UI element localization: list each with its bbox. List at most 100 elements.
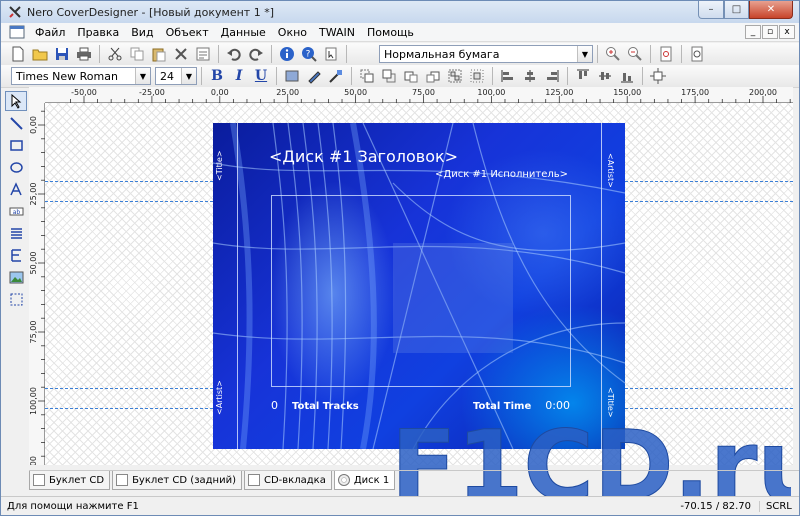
redo-button[interactable] [246,44,266,64]
cover-title[interactable]: <Диск #1 Заголовок> [269,147,458,166]
menu-window[interactable]: Окно [272,26,313,39]
arrange-front-button[interactable] [357,66,377,86]
cover-artist[interactable]: <Диск #1 Исполнитель> [435,169,568,180]
image-tool[interactable] [5,267,27,287]
copy-button[interactable] [127,44,147,64]
mdi-close-button[interactable]: x [779,25,795,39]
line-style-button[interactable] [326,66,346,86]
align-center-h-button[interactable] [520,66,540,86]
help-button[interactable]: ? [299,44,319,64]
font-name-select[interactable]: Times New Roman ▼ [11,67,151,85]
title-bar[interactable]: Nero CoverDesigner - [Новый документ 1 *… [1,1,799,23]
mdi-minimize-button[interactable]: _ [745,25,761,39]
status-bar: Для помощи нажмите F1 -70.15 / 82.70 SCR… [1,496,799,515]
center-page-button[interactable] [648,66,668,86]
open-button[interactable] [30,44,50,64]
align-right-icon [547,70,559,82]
format-toolbar: Times New Roman ▼ 24 ▼ B I U [1,65,799,88]
undo-button[interactable] [224,44,244,64]
pen-color-button[interactable] [304,66,324,86]
design-canvas[interactable]: <Диск #1 Заголовок> <Диск #1 Исполнитель… [45,103,793,465]
align-top-button[interactable] [573,66,593,86]
cover-artwork[interactable]: <Диск #1 Заголовок> <Диск #1 Исполнитель… [213,123,625,449]
print-button[interactable] [74,44,94,64]
new-document-button[interactable] [8,44,28,64]
forward-button[interactable] [401,66,421,86]
align-middle-icon [599,72,611,80]
fill-color-button[interactable] [282,66,302,86]
spine-right-artist[interactable]: <Artist> [606,153,615,188]
ungroup-button[interactable] [467,66,487,86]
group-button[interactable] [445,66,465,86]
new-document-icon [12,46,24,62]
tab-booklet-cd-back[interactable]: Буклет CD (задний) [112,471,242,490]
minimize-button[interactable]: – [698,1,724,19]
spine-left-title[interactable]: <Title> [215,150,224,181]
undo-icon [227,48,241,61]
crop-tool[interactable] [5,289,27,309]
zoom-out-button[interactable] [625,44,645,64]
paste-button[interactable] [149,44,169,64]
align-right-button[interactable] [542,66,562,86]
align-middle-button[interactable] [595,66,615,86]
ruler-label: 175,00 [681,88,709,97]
close-button[interactable]: ✕ [749,1,793,19]
menu-file[interactable]: Файл [29,26,71,39]
ruler-label: 150,00 [613,88,641,97]
page-view-icon [660,46,672,62]
page-view-button[interactable] [656,44,676,64]
tab-cd-inlay[interactable]: CD-вкладка [244,471,332,490]
info-button[interactable] [277,44,297,64]
font-size-select[interactable]: 24 ▼ [155,67,197,85]
bold-button[interactable]: B [207,66,227,86]
total-time-label: Total Time [473,401,532,412]
document-window-icon[interactable] [9,25,25,39]
line-icon [9,116,23,130]
page-icon [248,474,260,486]
menu-object[interactable]: Объект [160,26,215,39]
save-button[interactable] [52,44,72,64]
italic-button[interactable]: I [229,66,249,86]
menu-data[interactable]: Данные [215,26,272,39]
toolbar-separator [567,67,568,85]
backward-button[interactable] [423,66,443,86]
horizontal-ruler-ticks: -50,00 -25,00 0,00 25,00 50,00 75,00 100,00 125… [70,88,791,103]
text-icon [9,181,22,195]
field-tool[interactable]: ab [5,201,27,221]
redo-icon [249,48,263,61]
properties-button[interactable] [193,44,213,64]
ellipse-tool[interactable] [5,157,27,177]
tab-disc-1[interactable]: Диск 1 [333,471,396,490]
arrange-back-button[interactable] [379,66,399,86]
align-left-button[interactable] [498,66,518,86]
total-time-field[interactable]: Total Time 0:00 [473,399,570,412]
ruler-label: 125,00 [545,88,573,97]
paragraph-tool[interactable] [5,245,27,265]
text-tool[interactable] [5,179,27,199]
toolbar-separator [346,45,347,63]
delete-button[interactable] [171,44,191,64]
tracklist-tool[interactable] [5,223,27,243]
bring-front-icon [360,69,374,83]
tab-booklet-cd[interactable]: Буклет CD [29,471,111,490]
spine-left-artist[interactable]: <Artist> [215,380,224,415]
paper-type-select[interactable]: Нормальная бумага ▼ [379,45,593,63]
menu-twain[interactable]: TWAIN [313,26,361,39]
align-bottom-button[interactable] [617,66,637,86]
maximize-button[interactable]: □ [724,1,749,19]
rectangle-tool[interactable] [5,135,27,155]
underline-button[interactable]: U [251,66,271,86]
total-tracks-field[interactable]: 0 Total Tracks [271,399,359,412]
menu-help[interactable]: Помощь [361,26,420,39]
select-tool[interactable] [5,91,27,111]
menu-edit[interactable]: Правка [71,26,125,39]
mdi-restore-button[interactable]: ▫ [762,25,778,39]
menu-view[interactable]: Вид [125,26,159,39]
cut-button[interactable] [105,44,125,64]
context-help-button[interactable] [321,44,341,64]
menu-bar: Файл Правка Вид Объект Данные Окно TWAIN… [1,23,799,42]
zoom-in-button[interactable] [603,44,623,64]
zoom-in-icon [606,47,620,61]
print-preview-button[interactable] [687,44,707,64]
line-tool[interactable] [5,113,27,133]
